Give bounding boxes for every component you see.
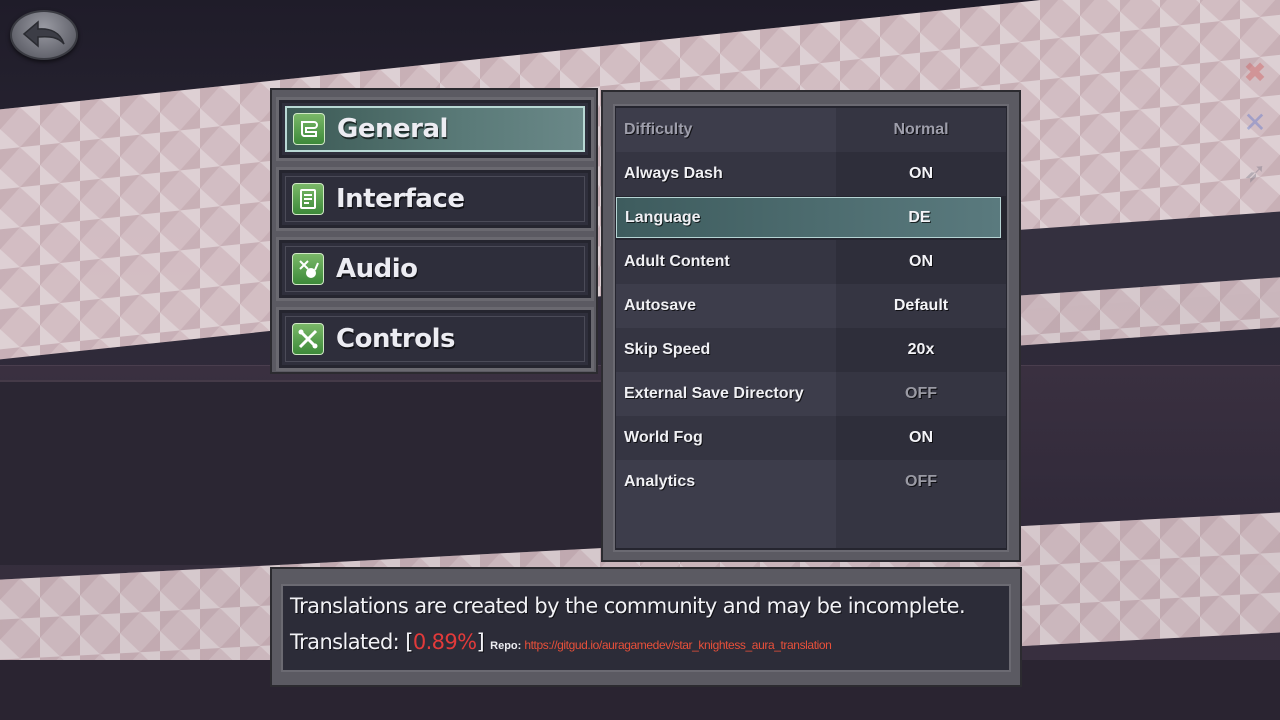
setting-label: Language (625, 208, 701, 226)
audio-icon (292, 253, 324, 285)
setting-value: Normal (836, 108, 1006, 152)
setting-label: Difficulty (616, 108, 836, 152)
empty-cell (836, 504, 1006, 548)
tab-label: Audio (336, 254, 418, 284)
tab-interface[interactable]: Interface (276, 167, 594, 231)
setting-external-save-directory[interactable]: External Save Directory OFF (616, 372, 1006, 416)
setting-label: Skip Speed (616, 328, 836, 372)
setting-label: Always Dash (616, 152, 836, 196)
setting-language[interactable]: Language DE (616, 197, 1001, 238)
translation-status: Translated: [ 0.89% ] Repo: https://gitg… (290, 630, 832, 654)
setting-always-dash[interactable]: Always Dash ON (616, 152, 1006, 196)
close-icon: ✖ (1243, 56, 1267, 88)
translated-label: Translated: [ (290, 630, 413, 654)
tab-label: Interface (336, 184, 465, 214)
translation-notice: Translations are created by the communit… (290, 594, 966, 618)
setting-label: Autosave (616, 284, 836, 328)
interface-icon (292, 183, 324, 215)
setting-value: Default (836, 284, 1006, 328)
setting-value: ON (836, 416, 1006, 460)
setting-skip-speed[interactable]: Skip Speed 20x (616, 328, 1006, 372)
tab-label: Controls (336, 324, 455, 354)
translated-bracket: ] (476, 630, 485, 654)
empty-row (616, 504, 1006, 548)
general-icon (293, 113, 325, 145)
setting-label: World Fog (616, 416, 836, 460)
back-button[interactable] (10, 10, 78, 60)
tab-audio[interactable]: Audio (276, 237, 594, 301)
tab-controls[interactable]: Controls (276, 307, 594, 371)
setting-world-fog[interactable]: World Fog ON (616, 416, 1006, 460)
setting-adult-content[interactable]: Adult Content ON (616, 240, 1006, 284)
repo-link[interactable]: https://gitgud.io/auragamedev/star_knigh… (524, 638, 832, 652)
setting-value: ON (836, 240, 1006, 284)
setting-analytics[interactable]: Analytics OFF (616, 460, 1006, 504)
repo-label: Repo: (490, 640, 522, 652)
setting-value: OFF (836, 460, 1006, 504)
setting-difficulty[interactable]: Difficulty Normal (616, 108, 1006, 152)
setting-value: ON (836, 152, 1006, 196)
setting-autosave[interactable]: Autosave Default (616, 284, 1006, 328)
controls-icon (292, 323, 324, 355)
setting-value: OFF (836, 372, 1006, 416)
setting-label: External Save Directory (616, 372, 836, 416)
setting-value: 20x (836, 328, 1006, 372)
back-arrow-icon (22, 20, 65, 48)
tab-general[interactable]: General (276, 97, 594, 161)
background-strip (0, 380, 620, 565)
side-icon-strip: ✖ ✕ ➶ (1238, 55, 1278, 205)
sword-icon: ✕ (1243, 106, 1267, 138)
setting-label: Analytics (616, 460, 836, 504)
translated-percent: 0.89% (412, 630, 477, 654)
setting-label: Adult Content (616, 240, 836, 284)
setting-value: DE (908, 208, 931, 226)
feather-icon: ➶ (1243, 156, 1267, 188)
empty-cell (616, 504, 836, 548)
tab-label: General (337, 114, 448, 144)
